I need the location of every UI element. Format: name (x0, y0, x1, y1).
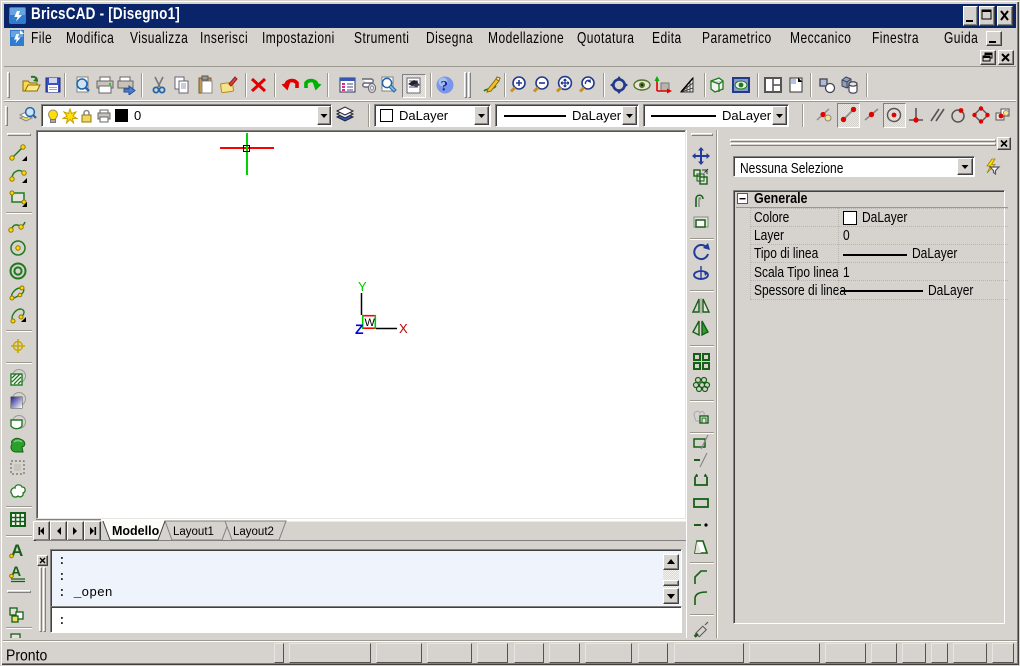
svg-text:W: W (365, 317, 376, 329)
svg-text:Layout2: Layout2 (233, 526, 274, 538)
svg-text:Y: Y (358, 279, 367, 294)
svg-text:Modello: Modello (112, 524, 160, 538)
svg-text:?: ? (441, 79, 449, 95)
svg-text:Z: Z (355, 321, 364, 336)
svg-text:X: X (399, 321, 408, 336)
svg-text:Layout1: Layout1 (173, 526, 214, 538)
